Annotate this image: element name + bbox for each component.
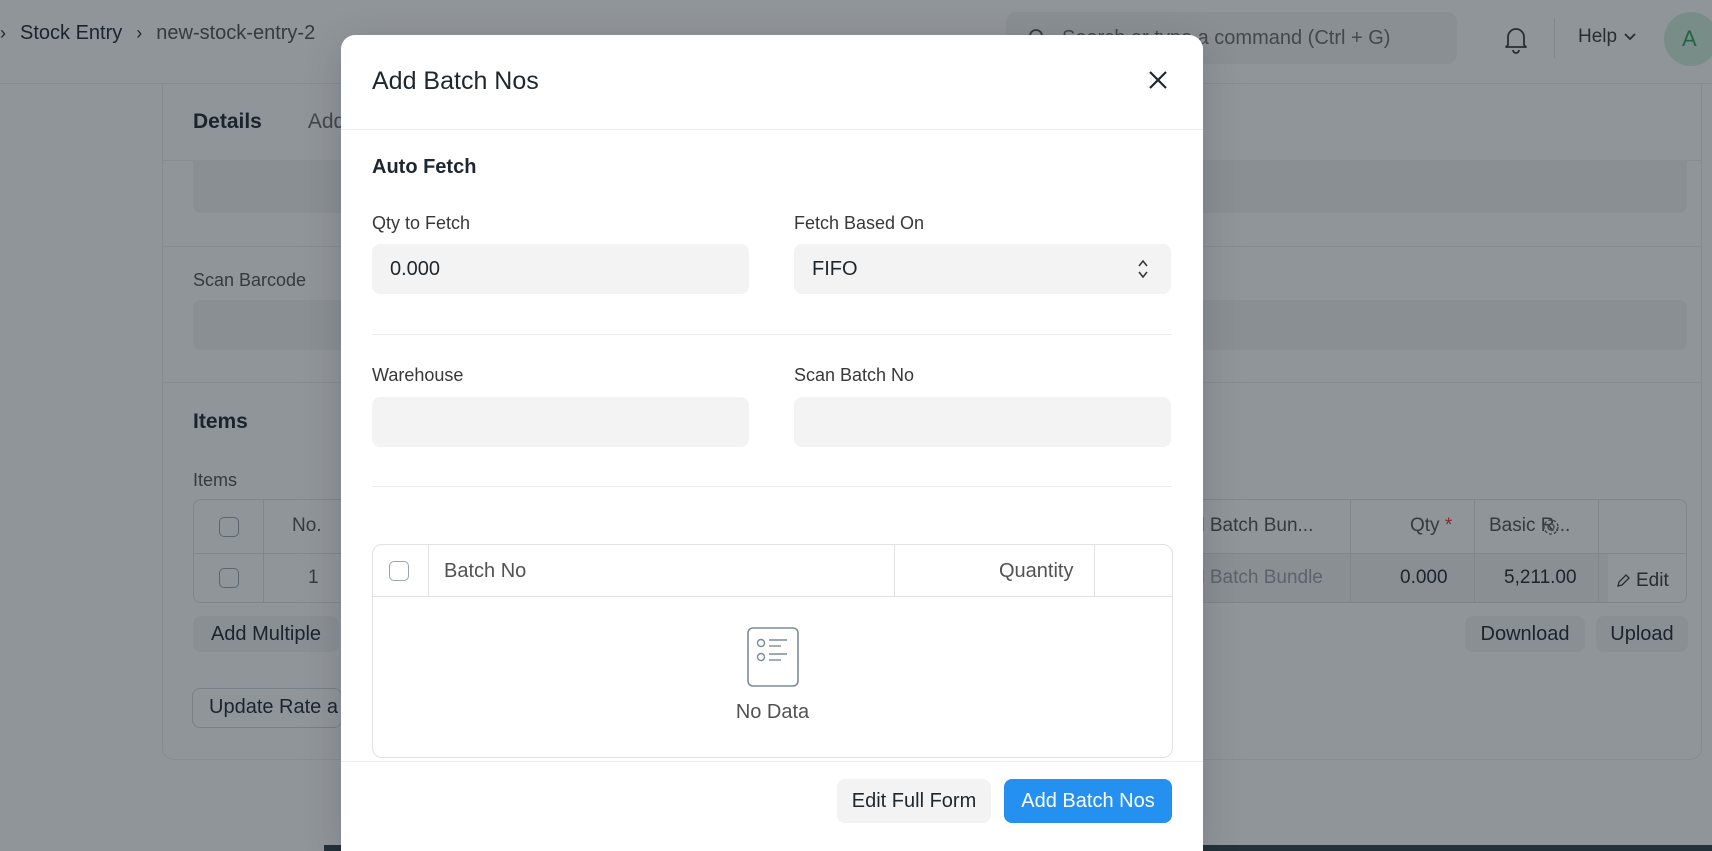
select-all-checkbox[interactable]: [389, 561, 409, 581]
qty-to-fetch-input[interactable]: 0.000: [372, 244, 749, 294]
divider: [341, 129, 1203, 130]
qty-to-fetch-label: Qty to Fetch: [372, 213, 471, 233]
divider: [1094, 545, 1095, 597]
dialog-footer: Edit Full Form Add Batch Nos: [341, 761, 1203, 851]
auto-fetch-section-title: Auto Fetch: [372, 156, 477, 178]
divider: [372, 486, 1172, 487]
edit-full-form-button[interactable]: Edit Full Form: [837, 779, 991, 823]
fetch-based-on-label: Fetch Based On: [794, 213, 925, 233]
add-batch-nos-button[interactable]: Add Batch Nos: [1004, 779, 1172, 823]
fetch-based-on-select[interactable]: FIFO: [794, 244, 1171, 294]
add-batch-nos-dialog: Add Batch Nos Auto Fetch Qty to Fetch 0.…: [341, 35, 1203, 851]
empty-list-icon: [747, 627, 799, 687]
scan-batch-no-input[interactable]: [794, 397, 1171, 447]
batch-nos-table: Batch No Quantity No Data: [372, 544, 1173, 758]
warehouse-input[interactable]: [372, 397, 749, 447]
table-header: Batch No Quantity: [373, 545, 1172, 597]
col-quantity: Quantity: [999, 560, 1074, 582]
divider: [894, 545, 895, 597]
col-batch-no: Batch No: [444, 560, 527, 582]
divider: [372, 334, 1172, 335]
close-icon[interactable]: [1143, 65, 1173, 95]
dialog-title: Add Batch Nos: [372, 67, 539, 95]
fetch-based-on-value: FIFO: [812, 258, 858, 280]
empty-state-text: No Data: [735, 701, 810, 723]
select-arrows-icon: [1138, 259, 1148, 279]
warehouse-label: Warehouse: [372, 365, 464, 385]
divider: [428, 545, 429, 597]
scan-batch-no-label: Scan Batch No: [794, 365, 915, 385]
